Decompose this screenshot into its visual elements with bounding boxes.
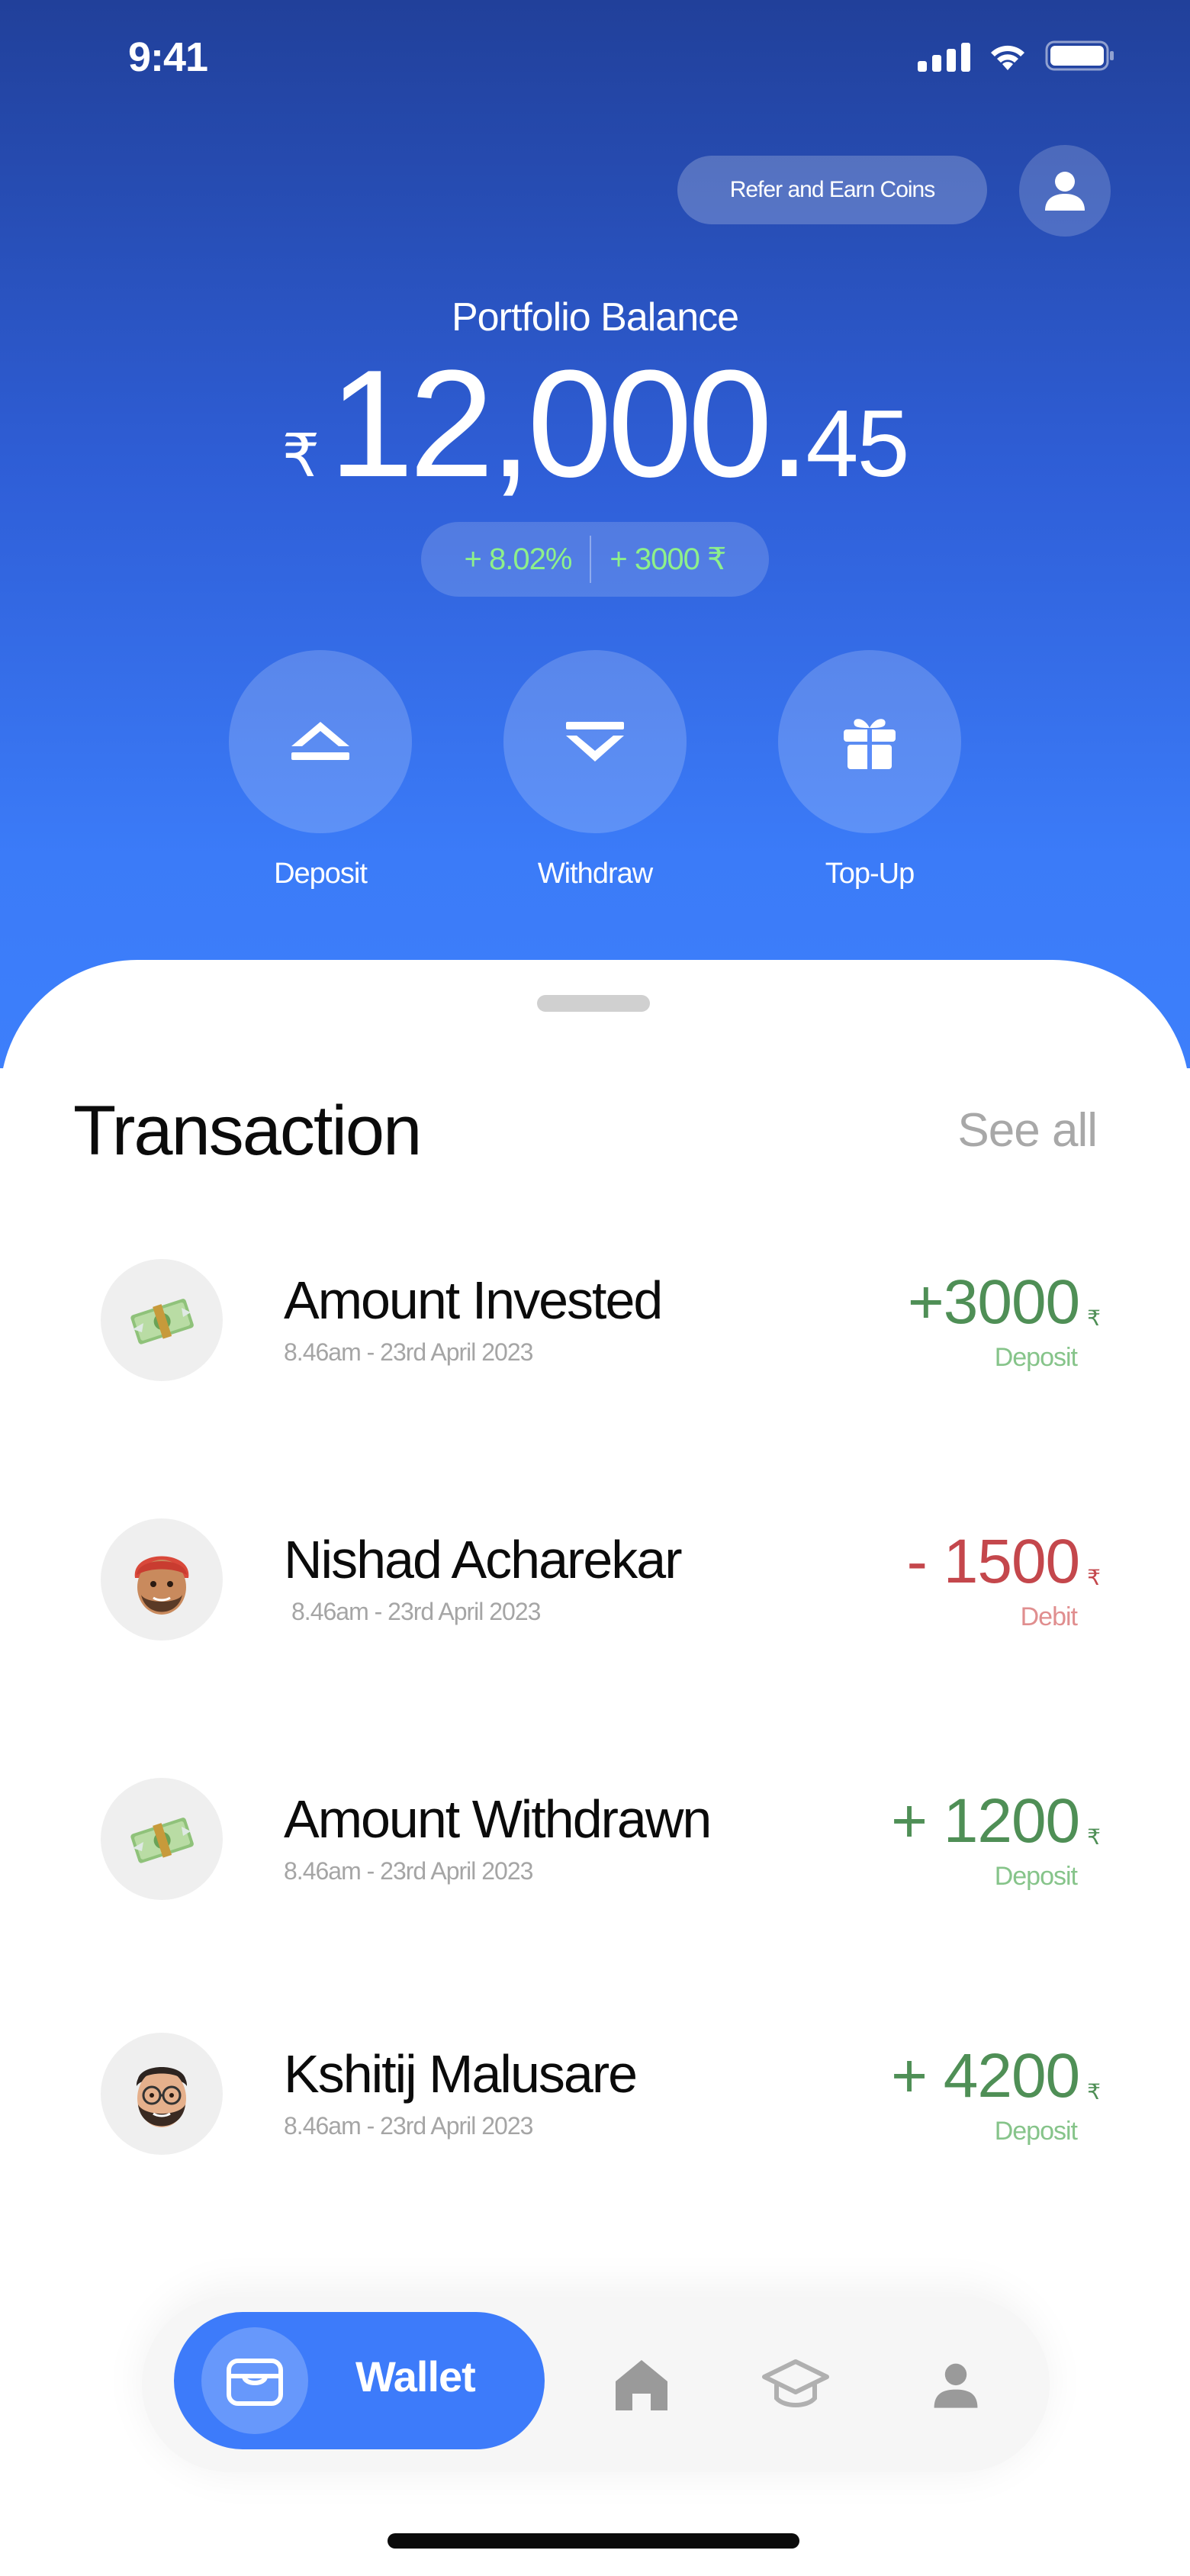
transaction-time: 8.46am - 23rd April 2023: [291, 1598, 541, 1625]
topup-circle[interactable]: [778, 650, 961, 833]
balance-decimal: 45: [806, 391, 910, 497]
deposit-circle[interactable]: [229, 650, 412, 833]
transaction-name: Amount Invested: [284, 1270, 663, 1330]
money-icon: [101, 1259, 223, 1381]
transaction-amount: + 4200 ₹: [891, 2040, 1101, 2112]
sheet-drag-handle[interactable]: [537, 995, 650, 1012]
portfolio-balance: ₹ 12,000. 45: [0, 348, 1190, 501]
transaction-time: 8.46am - 23rd April 2023: [284, 2112, 533, 2140]
transaction-time: 8.46am - 23rd April 2023: [284, 1338, 533, 1366]
amount-currency: ₹: [1087, 1825, 1101, 1849]
topup-button[interactable]: Top-Up: [778, 650, 961, 890]
memoji-turban-avatar: [101, 1518, 223, 1641]
transaction-row[interactable]: Kshitij Malusare 8.46am - 23rd April 202…: [101, 2033, 1101, 2162]
gift-icon: [844, 719, 896, 769]
transaction-type: Deposit: [994, 1343, 1078, 1372]
amount-value: +3000: [907, 1267, 1080, 1337]
wallet-icon: [201, 2327, 308, 2434]
chevron-up-icon: [291, 722, 349, 760]
status-icons: [918, 40, 1115, 72]
withdraw-circle[interactable]: [503, 650, 687, 833]
transaction-name: Kshitij Malusare: [284, 2044, 638, 2104]
transaction-amount: +3000 ₹: [907, 1267, 1101, 1338]
profile-button[interactable]: [1019, 145, 1111, 237]
transaction-name: Amount Withdrawn: [284, 1789, 712, 1849]
transaction-row[interactable]: Amount Withdrawn 8.46am - 23rd April 202…: [101, 1778, 1101, 1908]
amount-currency: ₹: [1087, 1306, 1101, 1330]
transaction-row[interactable]: Amount Invested 8.46am - 23rd April 2023…: [101, 1259, 1101, 1389]
refer-earn-button[interactable]: Refer and Earn Coins: [677, 156, 987, 224]
divider: [590, 536, 592, 583]
withdraw-label: Withdraw: [537, 858, 653, 890]
deposit-button[interactable]: Deposit: [229, 650, 412, 890]
user-icon[interactable]: [921, 2350, 990, 2419]
nav-wallet-label: Wallet: [355, 2352, 476, 2401]
memoji-glasses-avatar: [101, 2033, 223, 2155]
home-indicator: [388, 2533, 799, 2549]
wifi-icon: [987, 41, 1028, 72]
amount-value: + 1200: [891, 1786, 1080, 1856]
balance-change-pill: + 8.02% + 3000 ₹: [421, 522, 769, 597]
withdraw-button[interactable]: Withdraw: [503, 650, 687, 890]
nav-wallet-button[interactable]: Wallet: [174, 2312, 545, 2449]
status-time: 9:41: [128, 34, 208, 80]
amount-currency: ₹: [1087, 2080, 1101, 2104]
transaction-title: Transaction: [73, 1092, 422, 1170]
transaction-type: Deposit: [994, 2117, 1078, 2146]
change-percent: + 8.02%: [464, 542, 573, 576]
transaction-time: 8.46am - 23rd April 2023: [284, 1857, 533, 1885]
amount-value: + 4200: [891, 2041, 1080, 2111]
home-icon[interactable]: [607, 2350, 676, 2419]
amount-currency: ₹: [1087, 1566, 1101, 1589]
transaction-name: Nishad Acharekar: [284, 1530, 683, 1589]
transaction-type: Debit: [1020, 1602, 1078, 1631]
balance-main: 12,000.: [329, 339, 810, 509]
see-all-link[interactable]: See all: [957, 1103, 1098, 1158]
deposit-label: Deposit: [274, 858, 368, 890]
transaction-amount: + 1200 ₹: [891, 1785, 1101, 1857]
transaction-amount: - 1500 ₹: [906, 1526, 1101, 1598]
user-icon: [1045, 172, 1085, 211]
battery-icon: [1045, 40, 1115, 72]
money-icon: [101, 1778, 223, 1900]
graduation-cap-icon[interactable]: [761, 2350, 830, 2419]
topup-label: Top-Up: [825, 858, 915, 890]
transaction-type: Deposit: [994, 1862, 1078, 1891]
signal-icon: [918, 41, 970, 72]
chevron-down-icon: [566, 722, 624, 762]
transaction-row[interactable]: Nishad Acharekar 8.46am - 23rd April 202…: [101, 1518, 1101, 1648]
change-amount: + 3000 ₹: [609, 543, 726, 576]
portfolio-balance-label: Portfolio Balance: [451, 295, 739, 340]
amount-value: - 1500: [906, 1527, 1081, 1596]
currency-symbol: ₹: [281, 422, 320, 489]
